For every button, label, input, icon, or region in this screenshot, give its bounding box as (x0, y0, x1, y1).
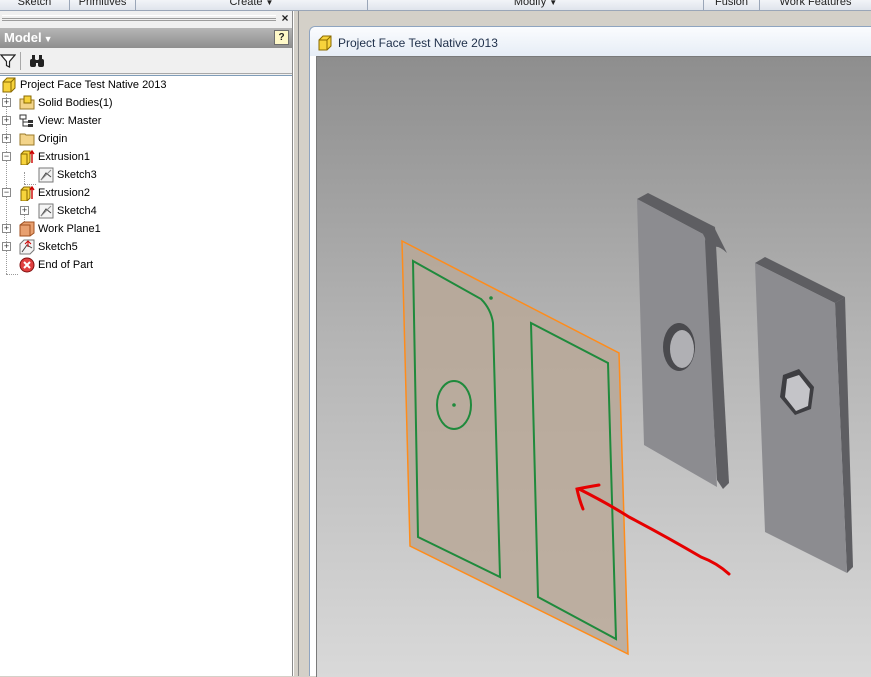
help-button[interactable]: ? (274, 30, 289, 45)
plate-part-hex-hole[interactable] (755, 257, 853, 573)
dropdown-arrow-icon: ▼ (265, 0, 274, 7)
tree-node-label: Project Face Test Native 2013 (20, 79, 167, 91)
end-of-part-icon (19, 257, 35, 273)
tree-node-end-of-part[interactable]: End of Part (0, 256, 290, 274)
plate-part-round-hole[interactable] (637, 193, 729, 489)
tree-node-part[interactable]: Project Face Test Native 2013 (0, 76, 290, 94)
ribbon-panel-bar: Sketch Primitives Create ▼ Modify ▼ Fusion… (0, 0, 871, 11)
tree-node-solid-bodies[interactable]: + Solid Bodies(1) (0, 94, 290, 112)
ribbon-panel-primitives[interactable]: Primitives (70, 0, 136, 11)
expand-plus-icon[interactable]: + (2, 98, 11, 107)
ribbon-panel-label: Fusion (714, 0, 749, 8)
panel-drag-grip[interactable] (2, 15, 276, 21)
ribbon-panel-label: Primitives (78, 0, 127, 8)
toolbar-separator (20, 52, 21, 70)
tree-node-sketch4[interactable]: + Sketch4 (0, 202, 290, 220)
ribbon-panel-work-features[interactable]: Work Features (760, 0, 871, 11)
tree-node-label: Sketch5 (38, 241, 78, 253)
view-representation-icon (19, 114, 33, 127)
plate2-front-face (755, 263, 847, 573)
collapse-minus-icon[interactable]: − (2, 188, 11, 197)
model-browser-header[interactable]: Model ▼ (0, 28, 292, 48)
part-icon (2, 77, 16, 93)
browser-toolbar (0, 48, 292, 74)
tree-node-label: Work Plane1 (38, 223, 101, 235)
extrusion-icon (20, 185, 35, 201)
collapse-minus-icon[interactable]: − (2, 152, 11, 161)
ribbon-panel-label: Work Features (779, 0, 852, 8)
tree-node-work-plane1[interactable]: + Work Plane1 (0, 220, 290, 238)
tree-node-label: End of Part (38, 259, 94, 271)
graphics-window: Project Face Test Native 2013 (309, 26, 871, 677)
sketch-point (489, 296, 493, 300)
tree-node-label: Origin (38, 133, 68, 145)
tree-node-label: Sketch3 (57, 169, 97, 181)
work-plane-icon (19, 221, 35, 237)
ribbon-panel-fusion[interactable]: Fusion (704, 0, 760, 11)
ribbon-panel-sketch[interactable]: Sketch (0, 0, 70, 11)
solid-bodies-folder-icon (19, 95, 35, 110)
model-scene (401, 193, 853, 656)
filter-icon[interactable] (0, 53, 16, 69)
sketch-icon (38, 203, 54, 219)
ribbon-panel-create[interactable]: Create ▼ (136, 0, 368, 11)
ribbon-panel-modify[interactable]: Modify ▼ (368, 0, 704, 11)
browser-title: Model (4, 30, 42, 45)
tree-node-label: Extrusion2 (38, 187, 90, 199)
ribbon-panel-label: Sketch (17, 0, 52, 8)
sketch-circle-center (452, 403, 456, 407)
model-browser-panel: × Model ▼ ? Project Face Test Native 201… (0, 11, 293, 676)
tree-node-label: Solid Bodies(1) (38, 97, 113, 109)
tree-node-label: Sketch4 (57, 205, 97, 217)
tree-node-label: Extrusion1 (38, 151, 90, 163)
expand-plus-icon[interactable]: + (20, 206, 29, 215)
tree-node-sketch3[interactable]: Sketch3 (0, 166, 290, 184)
tree-node-sketch5[interactable]: + Sketch5 (0, 238, 290, 256)
part-document-icon (318, 35, 332, 51)
document-tab[interactable]: Project Face Test Native 2013 (310, 27, 871, 56)
tree-node-extrusion1[interactable]: − Extrusion1 (0, 148, 290, 166)
expand-plus-icon[interactable]: + (2, 224, 11, 233)
ribbon-panel-label: Modify (513, 0, 547, 8)
work-plane[interactable] (401, 239, 629, 656)
model-tree: Project Face Test Native 2013 + Solid Bo… (0, 75, 292, 676)
sketch-3d-icon (19, 239, 35, 255)
chevron-down-icon: ▼ (43, 34, 53, 44)
tree-node-extrusion2[interactable]: − Extrusion2 (0, 184, 290, 202)
dropdown-arrow-icon: ▼ (549, 0, 558, 7)
sketch-icon (38, 167, 54, 183)
tree-node-label: View: Master (38, 115, 102, 127)
close-panel-icon[interactable]: × (279, 12, 291, 24)
tree-connector (6, 274, 18, 275)
binoculars-find-icon[interactable] (29, 53, 45, 69)
tree-node-view-master[interactable]: + View: Master (0, 112, 290, 130)
expand-plus-icon[interactable]: + (2, 116, 11, 125)
expand-plus-icon[interactable]: + (2, 242, 11, 251)
tree-node-origin[interactable]: + Origin (0, 130, 290, 148)
document-title: Project Face Test Native 2013 (338, 36, 498, 50)
ribbon-panel-label: Create (229, 0, 263, 8)
extrusion-icon (20, 149, 35, 165)
plate1-hole-inner (670, 330, 694, 368)
3d-viewport[interactable] (316, 56, 871, 677)
origin-folder-icon (19, 133, 35, 146)
expand-plus-icon[interactable]: + (2, 134, 11, 143)
panel-splitter[interactable] (293, 11, 299, 676)
